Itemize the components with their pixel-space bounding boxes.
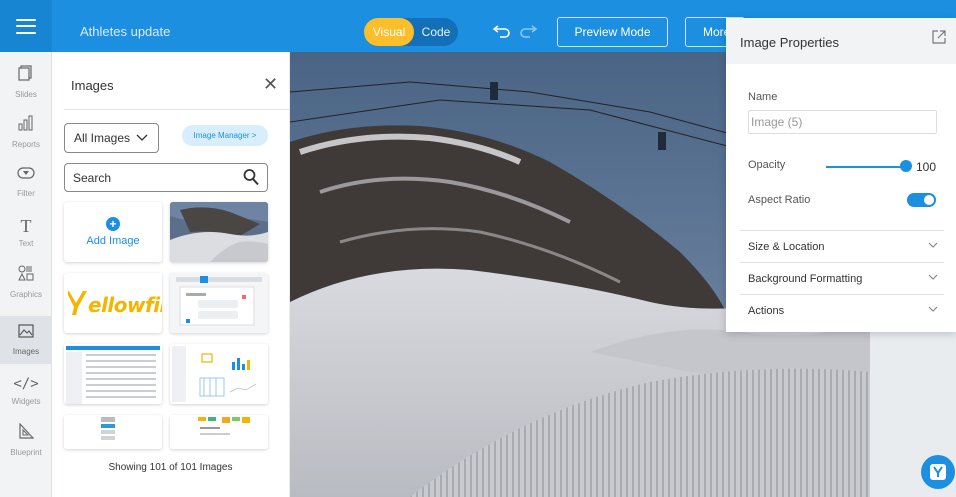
background-formatting-section[interactable]: Background Formatting: [740, 262, 944, 293]
images-panel: Images ✕ All Images Image Manager > Sear…: [52, 52, 289, 497]
filter-icon: [17, 166, 35, 185]
rail-item-graphics[interactable]: Graphics: [0, 258, 52, 306]
yellowfin-logo: ellowfin: [68, 289, 162, 317]
report-screenshot-thumbnail: [64, 415, 162, 449]
rail-item-label: Reports: [11, 140, 40, 149]
image-filter-select[interactable]: All Images: [64, 123, 159, 153]
rail-item-label: Widgets: [11, 396, 41, 406]
opacity-slider-track[interactable]: [826, 166, 906, 168]
code-mode-option[interactable]: Code: [416, 18, 456, 46]
section-label: Actions: [748, 305, 785, 317]
add-image-tile[interactable]: + Add Image: [64, 202, 162, 262]
image-thumbnail[interactable]: [64, 415, 162, 449]
rail-item-label: Slides: [15, 90, 37, 99]
rail-item-blueprint[interactable]: Blueprint: [0, 416, 52, 464]
graphics-icon: [18, 265, 34, 286]
visual-mode-option[interactable]: Visual: [364, 18, 414, 46]
rail-item-label: Images: [12, 347, 40, 356]
redo-icon[interactable]: [518, 22, 538, 42]
rail-item-label: Text: [18, 238, 34, 248]
hamburger-icon: [16, 18, 36, 34]
section-label: Size & Location: [748, 241, 825, 253]
chevron-down-icon: [928, 240, 938, 253]
properties-title: Image Properties: [740, 35, 839, 50]
name-label: Name: [748, 91, 778, 103]
popout-icon[interactable]: [932, 30, 946, 47]
image-filter-value: All Images: [74, 131, 131, 145]
visual-code-toggle[interactable]: Visual Code: [364, 18, 458, 46]
image-count-text: Showing 101 of 101 Images: [108, 462, 233, 473]
image-thumbnail[interactable]: [170, 415, 268, 449]
size-location-section[interactable]: Size & Location: [740, 230, 944, 261]
rail-item-reports[interactable]: Reports: [0, 108, 52, 156]
actions-section[interactable]: Actions: [740, 294, 944, 325]
reports-icon: [18, 115, 34, 136]
colorful-screenshot-thumbnail: [170, 415, 268, 449]
document-title[interactable]: Athletes update: [80, 24, 170, 39]
name-field[interactable]: Image (5): [748, 110, 937, 134]
close-icon[interactable]: ✕: [263, 74, 278, 95]
text-icon: T: [20, 215, 32, 236]
properties-header: Image Properties: [726, 18, 956, 64]
image-properties-panel: Image Properties Name Image (5) Opacity …: [726, 18, 956, 332]
image-thumbnail[interactable]: [170, 344, 268, 404]
yellowfin-logo-tile[interactable]: ellowfin: [64, 273, 162, 333]
dashboard-screenshot-thumbnail: [170, 273, 268, 333]
image-thumbnail[interactable]: [170, 202, 268, 262]
rail-item-images[interactable]: Images: [0, 316, 52, 364]
undo-icon[interactable]: [492, 22, 512, 42]
preview-mode-button[interactable]: Preview Mode: [557, 17, 668, 47]
image-manager-button[interactable]: Image Manager >: [182, 125, 268, 146]
help-chat-icon[interactable]: [921, 455, 955, 489]
search-icon[interactable]: [243, 168, 259, 186]
table-screenshot-thumbnail: [64, 344, 162, 404]
divider: [64, 109, 289, 110]
left-navigation-rail: Slides Reports Filter T Text Graphics Im…: [0, 52, 52, 497]
rail-item-label: Filter: [17, 189, 35, 198]
aspect-ratio-label: Aspect Ratio: [748, 194, 811, 206]
image-thumbnail[interactable]: [170, 273, 268, 333]
add-image-label: Add Image: [86, 235, 140, 247]
section-label: Background Formatting: [748, 273, 863, 285]
name-placeholder: Image (5): [751, 115, 803, 129]
rail-item-filter[interactable]: Filter: [0, 158, 52, 206]
search-placeholder: Search: [73, 170, 112, 185]
add-circle-icon: +: [106, 217, 120, 231]
rail-item-text[interactable]: T Text: [0, 208, 52, 256]
slides-icon: [18, 65, 34, 86]
aspect-ratio-toggle[interactable]: [907, 193, 936, 207]
rail-item-label: Graphics: [9, 290, 42, 299]
search-input[interactable]: Search: [64, 163, 268, 192]
rail-item-label: Blueprint: [10, 448, 42, 457]
blueprint-icon: [18, 422, 35, 444]
ski-slope-thumbnail: [170, 202, 268, 262]
chevron-down-icon: [928, 272, 938, 285]
panel-title: Images: [71, 78, 114, 93]
opacity-slider-handle[interactable]: [900, 160, 912, 172]
charts-screenshot-thumbnail: [170, 344, 268, 404]
chevron-down-icon: [136, 131, 148, 146]
hamburger-menu-button[interactable]: [0, 0, 52, 52]
image-thumbnail[interactable]: [64, 344, 162, 404]
images-icon: [18, 324, 34, 343]
opacity-label: Opacity: [748, 159, 786, 171]
widgets-icon: </>: [13, 375, 39, 392]
opacity-value: 100: [916, 160, 937, 174]
rail-item-widgets[interactable]: </> Widgets: [0, 366, 52, 414]
rail-item-slides[interactable]: Slides: [0, 58, 52, 106]
chevron-down-icon: [928, 304, 938, 317]
